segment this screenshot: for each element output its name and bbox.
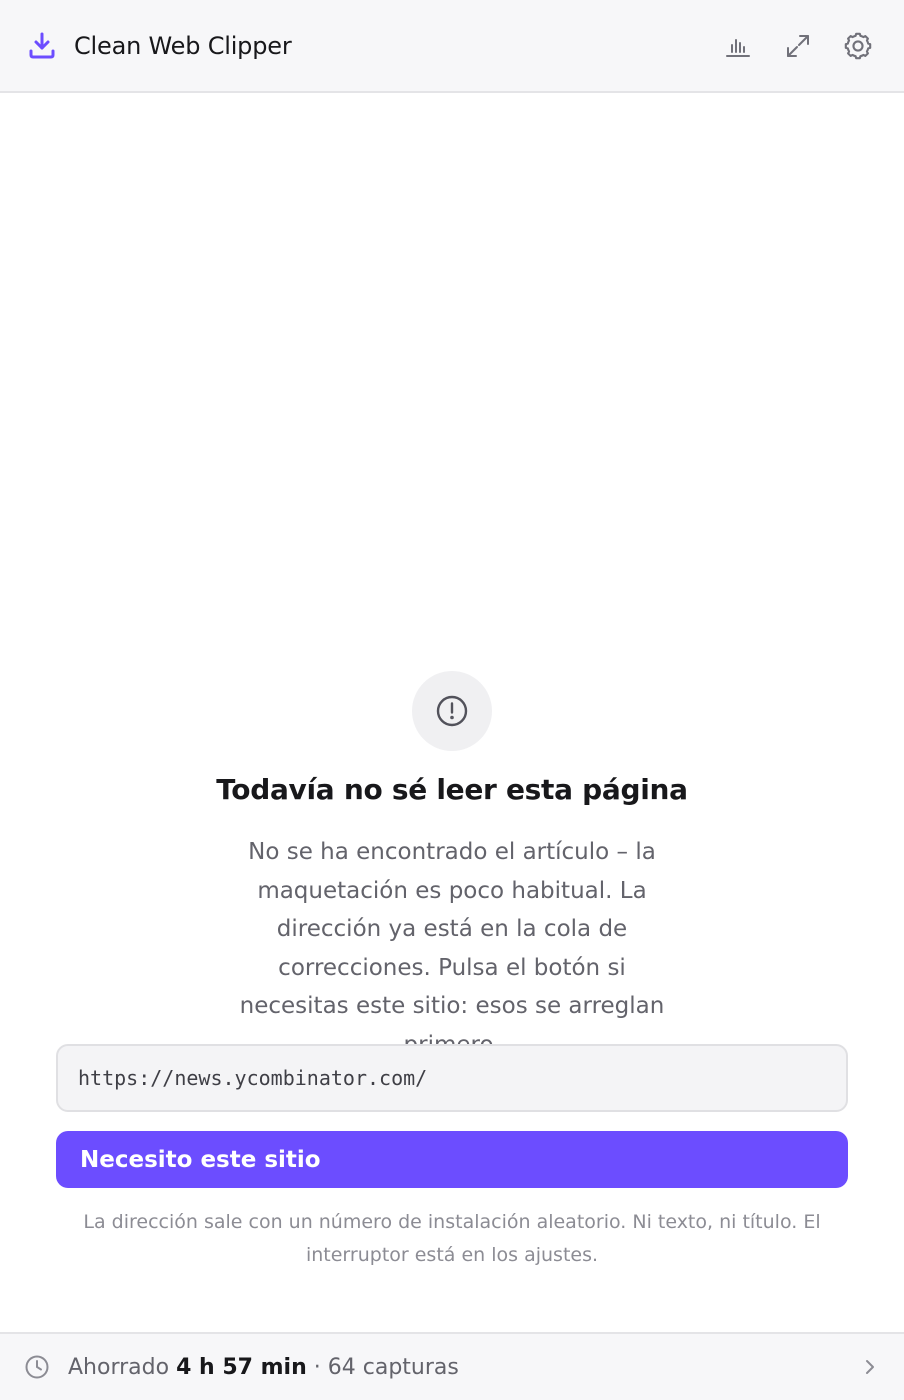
expand-icon[interactable] bbox=[778, 26, 818, 66]
url-value: https://news.ycombinator.com/ bbox=[78, 1066, 428, 1090]
clock-icon bbox=[24, 1354, 50, 1380]
chevron-right-icon bbox=[860, 1357, 880, 1377]
captures-count: 64 capturas bbox=[327, 1354, 459, 1380]
privacy-note: La dirección sale con un número de insta… bbox=[83, 1211, 821, 1266]
time-saved-text: Ahorrado 4 h 57 min · 64 capturas bbox=[68, 1355, 459, 1380]
bar-chart-icon[interactable] bbox=[718, 26, 758, 66]
header-actions bbox=[718, 26, 878, 66]
error-description: No se ha encontrado el artículo – la maq… bbox=[239, 839, 665, 1058]
main-content: Todavía no sé leer esta página No se ha … bbox=[0, 93, 904, 1333]
page-heading: Todavía no sé leer esta página bbox=[216, 773, 688, 806]
app-title: Clean Web Clipper bbox=[74, 31, 292, 60]
app-header: Clean Web Clipper bbox=[0, 0, 904, 93]
separator: · bbox=[313, 1354, 321, 1380]
gear-icon[interactable] bbox=[838, 26, 878, 66]
url-field[interactable]: https://news.ycombinator.com/ bbox=[56, 1044, 848, 1112]
stats-footer[interactable]: Ahorrado 4 h 57 min · 64 capturas bbox=[0, 1332, 904, 1400]
alert-circle-icon bbox=[412, 671, 492, 751]
time-saved-value: 4 h 57 min bbox=[176, 1354, 307, 1380]
time-saved-prefix: Ahorrado bbox=[68, 1354, 170, 1380]
need-site-button[interactable]: Necesito este sitio bbox=[56, 1131, 848, 1188]
download-icon bbox=[26, 30, 58, 62]
